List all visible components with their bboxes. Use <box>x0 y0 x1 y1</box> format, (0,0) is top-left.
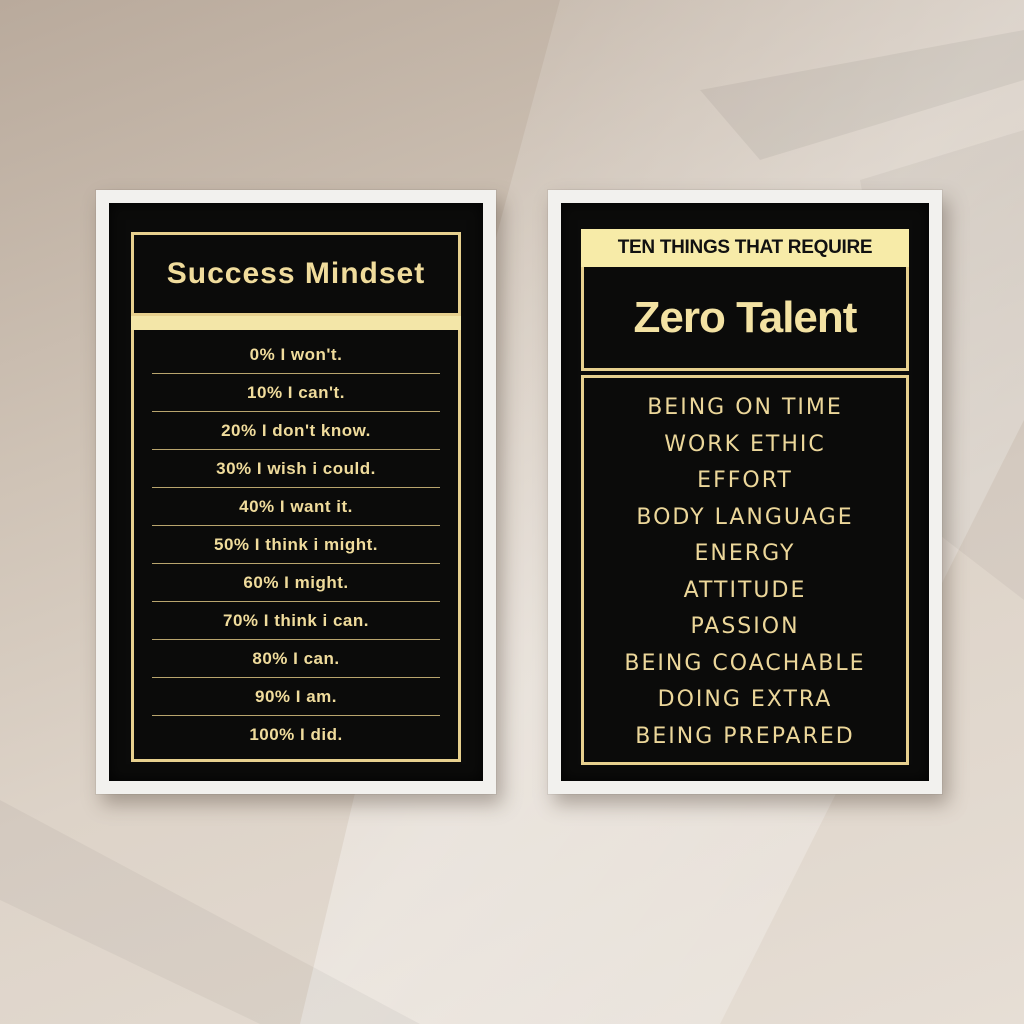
list-item: BODY LANGUAGE <box>636 504 854 530</box>
list-item: DOING EXTRA <box>657 687 833 712</box>
zero-talent-frame: TEN THINGS THAT REQUIRE Zero Talent BEIN… <box>548 190 942 794</box>
poster-subtitle: TEN THINGS THAT REQUIRE <box>617 237 873 258</box>
list-item: 0% I won't. <box>152 336 440 374</box>
mindset-list-box: 0% I won't. 10% I can't. 20% I don't kno… <box>131 330 461 762</box>
list-item: EFFORT <box>697 468 793 493</box>
list-item: 40% I want it. <box>152 488 440 526</box>
poster-title: Success Mindset <box>166 257 426 290</box>
list-item: WORK ETHIC <box>664 431 826 457</box>
list-item: 100% I did. <box>249 725 343 744</box>
poster-subtitle-band: TEN THINGS THAT REQUIRE <box>581 229 909 267</box>
gold-divider-band <box>131 316 461 330</box>
success-mindset-poster: Success Mindset 0% I won't. 10% I can't.… <box>109 203 483 781</box>
list-item: 70% I think i can. <box>152 602 440 640</box>
list-item: 80% I can. <box>152 640 440 678</box>
list-item: 30% I wish i could. <box>152 450 440 488</box>
list-item: 20% I don't know. <box>152 412 440 450</box>
list-item: ATTITUDE <box>683 577 807 603</box>
list-item: BEING COACHABLE <box>624 650 866 676</box>
poster-title: Zero Talent <box>633 292 858 342</box>
list-item: 90% I am. <box>152 678 440 716</box>
poster-title-box: Success Mindset <box>131 232 461 316</box>
list-item: BEING ON TIME <box>647 395 843 420</box>
zero-talent-poster: TEN THINGS THAT REQUIRE Zero Talent BEIN… <box>561 203 929 781</box>
talent-list-box: BEING ON TIME WORK ETHIC EFFORT BODY LAN… <box>581 375 909 765</box>
mindset-list: 0% I won't. 10% I can't. 20% I don't kno… <box>152 336 440 753</box>
list-item: 10% I can't. <box>152 374 440 412</box>
list-item: PASSION <box>690 614 800 639</box>
success-mindset-frame: Success Mindset 0% I won't. 10% I can't.… <box>96 190 496 794</box>
talent-list: BEING ON TIME WORK ETHIC EFFORT BODY LAN… <box>584 390 906 755</box>
list-item: BEING PREPARED <box>635 723 855 749</box>
list-item: 60% I might. <box>152 564 440 602</box>
list-item: ENERGY <box>694 541 796 566</box>
list-item: 50% I think i might. <box>152 526 440 564</box>
poster-title-box: Zero Talent <box>581 267 909 371</box>
